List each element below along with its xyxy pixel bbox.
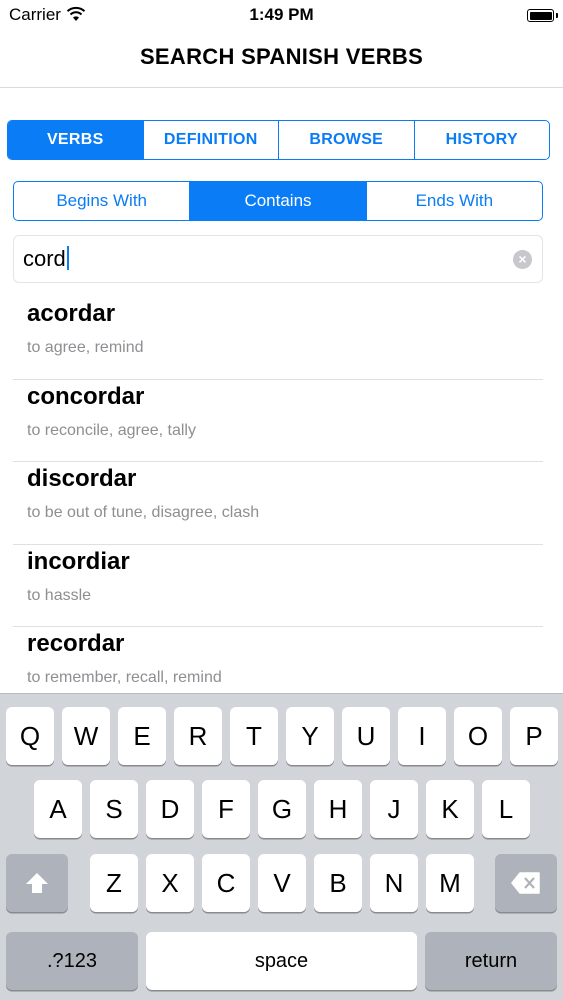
results-list[interactable]: acordar to agree, remind concordar to re… (13, 297, 543, 693)
list-item[interactable]: concordar to reconcile, agree, tally (13, 380, 543, 462)
status-bar: Carrier 1:49 PM (0, 0, 563, 32)
key-m[interactable]: M (426, 854, 474, 912)
verb-title: acordar (27, 300, 116, 327)
key-g[interactable]: G (258, 780, 306, 838)
search-field[interactable]: cord × (13, 235, 543, 283)
key-b[interactable]: B (314, 854, 362, 912)
list-item[interactable]: acordar to agree, remind (13, 297, 543, 380)
key-s[interactable]: S (90, 780, 138, 838)
delete-key[interactable] (495, 854, 557, 912)
tab-begins-with[interactable]: Begins With (14, 182, 189, 220)
key-h[interactable]: H (314, 780, 362, 838)
verb-title: discordar (27, 465, 137, 492)
key-p[interactable]: P (510, 707, 558, 765)
tab-ends-with[interactable]: Ends With (365, 182, 542, 220)
tab-browse[interactable]: BROWSE (278, 121, 414, 159)
tab-definition[interactable]: DEFINITION (142, 121, 279, 159)
tab-verbs[interactable]: VERBS (8, 121, 143, 159)
shift-key[interactable] (6, 854, 68, 912)
search-input-text: cord (23, 246, 66, 271)
verb-title: incordiar (27, 547, 130, 575)
list-item[interactable]: recordar to remember, recall, remind (13, 627, 543, 693)
key-o[interactable]: O (454, 707, 502, 765)
key-i[interactable]: I (398, 707, 446, 765)
key-r[interactable]: R (174, 707, 222, 765)
verb-definition: to reconcile, agree, tally (27, 421, 196, 439)
key-c[interactable]: C (202, 854, 250, 912)
clear-icon[interactable]: × (513, 250, 532, 269)
verb-title: concordar (27, 382, 145, 410)
return-key[interactable]: return (425, 932, 557, 990)
key-e[interactable]: E (118, 707, 166, 765)
clock: 1:49 PM (249, 5, 314, 24)
list-item[interactable]: discordar to be out of tune, disagree, c… (13, 462, 543, 545)
search-input[interactable]: cord (23, 246, 69, 272)
key-y[interactable]: Y (286, 707, 334, 765)
key-j[interactable]: J (370, 780, 418, 838)
key-z[interactable]: Z (90, 854, 138, 912)
tab-contains[interactable]: Contains (189, 182, 366, 220)
key-n[interactable]: N (370, 854, 418, 912)
navigation-bar: SEARCH SPANISH VERBS (0, 32, 563, 88)
key-w[interactable]: W (62, 707, 110, 765)
verb-title: recordar (27, 630, 125, 657)
verb-definition: to agree, remind (27, 339, 144, 356)
key-l[interactable]: L (482, 780, 530, 838)
backspace-icon (511, 872, 540, 894)
verb-definition: to hassle (27, 586, 92, 604)
space-key[interactable]: space (146, 932, 417, 990)
key-f[interactable]: F (202, 780, 250, 838)
key-v[interactable]: V (258, 854, 306, 912)
text-cursor (66, 246, 69, 270)
key-q[interactable]: Q (6, 707, 54, 765)
tab-history[interactable]: HISTORY (413, 121, 550, 159)
key-x[interactable]: X (146, 854, 194, 912)
search-mode-tabs: Begins With Contains Ends With (13, 181, 543, 221)
numbers-key[interactable]: .?123 (6, 932, 138, 990)
verb-definition: to remember, recall, remind (27, 669, 222, 686)
key-k[interactable]: K (426, 780, 474, 838)
list-item[interactable]: incordiar to hassle (13, 545, 543, 627)
key-d[interactable]: D (146, 780, 194, 838)
page-title: SEARCH SPANISH VERBS (139, 44, 424, 69)
battery-icon (527, 9, 558, 22)
key-t[interactable]: T (230, 707, 278, 765)
key-a[interactable]: A (34, 780, 82, 838)
verb-definition: to be out of tune, disagree, clash (27, 504, 260, 521)
keyboard: Q W E R T Y U I O P A S D F G H J K L Z … (0, 693, 563, 1000)
shift-icon (26, 873, 48, 893)
main-tabs: VERBS DEFINITION BROWSE HISTORY (7, 120, 550, 160)
key-u[interactable]: U (342, 707, 390, 765)
